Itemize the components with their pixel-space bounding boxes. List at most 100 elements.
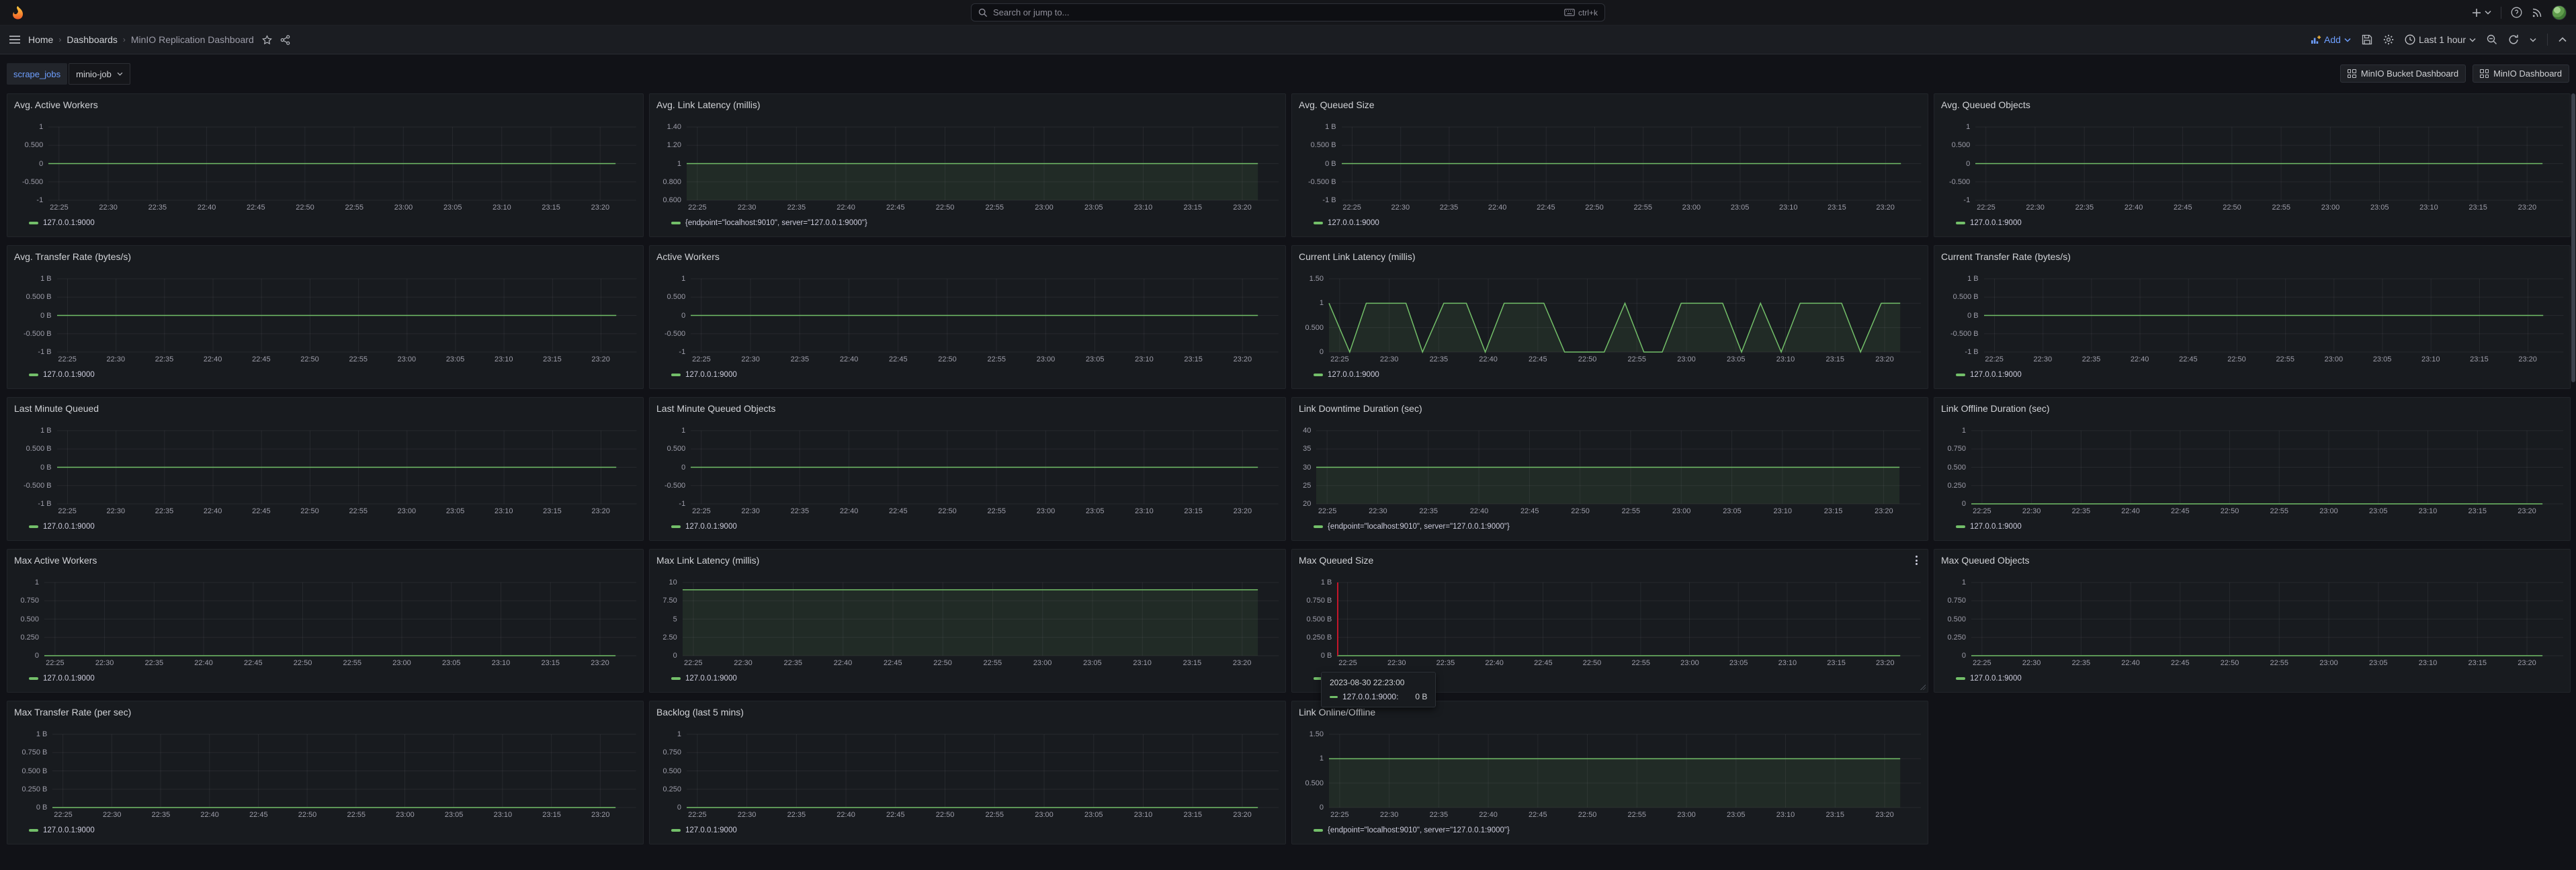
help-icon[interactable]: [2511, 7, 2522, 18]
x-axis: 22:2522:3022:3522:4022:4522:5022:5523:00…: [691, 507, 1279, 517]
panel-title[interactable]: Avg. Transfer Rate (bytes/s): [14, 251, 131, 262]
x-tick-label: 23:15: [542, 204, 560, 212]
x-tick-label: 23:20: [1233, 659, 1252, 667]
plot-area[interactable]: [691, 279, 1279, 352]
plot-area[interactable]: [691, 431, 1279, 504]
time-range-picker[interactable]: Last 1 hour: [2405, 34, 2476, 45]
plot-area[interactable]: [1316, 431, 1921, 504]
share-icon[interactable]: [280, 35, 290, 45]
legend-item[interactable]: 127.0.0.1:9000: [1956, 523, 2563, 531]
breadcrumb-dashboards[interactable]: Dashboards: [67, 34, 118, 45]
plot-area[interactable]: [1971, 582, 2563, 656]
plot-area[interactable]: [1329, 279, 1921, 352]
x-tick-label: 22:25: [684, 659, 703, 667]
y-tick-label: 0: [1962, 500, 1966, 508]
legend-item[interactable]: {endpoint="localhost:9010", server="127.…: [671, 219, 1279, 227]
panel-title[interactable]: Avg. Link Latency (millis): [656, 99, 761, 110]
plot-area[interactable]: [57, 431, 636, 504]
plot-area[interactable]: [57, 279, 636, 352]
panel-title[interactable]: Link Online/Offline: [1299, 707, 1375, 717]
dashboard-settings-icon[interactable]: [2383, 34, 2394, 45]
user-avatar[interactable]: [2552, 5, 2567, 20]
legend-item[interactable]: 127.0.0.1:9000: [29, 675, 636, 683]
panel-title[interactable]: Last Minute Queued Objects: [656, 403, 775, 414]
y-tick-label: -1 B: [38, 500, 51, 508]
new-menu-button[interactable]: [2472, 8, 2491, 17]
plot-area[interactable]: [52, 734, 636, 808]
variable-label[interactable]: scrape_jobs: [7, 63, 67, 85]
panel-title[interactable]: Avg. Active Workers: [14, 99, 98, 110]
panel-title[interactable]: Avg. Queued Size: [1299, 99, 1375, 110]
panel-title[interactable]: Last Minute Queued: [14, 403, 99, 414]
x-tick-label: 23:05: [1084, 811, 1103, 819]
x-tick-label: 22:50: [1571, 507, 1590, 515]
panel-title[interactable]: Max Queued Objects: [1941, 555, 2030, 566]
legend-item[interactable]: 127.0.0.1:9000: [1956, 371, 2563, 379]
plot-area[interactable]: [1329, 734, 1921, 808]
x-tick-label: 22:50: [298, 811, 317, 819]
star-icon[interactable]: [262, 35, 272, 45]
plot-area[interactable]: [1342, 127, 1921, 200]
panel-title[interactable]: Avg. Queued Objects: [1941, 99, 2030, 110]
legend-item[interactable]: 127.0.0.1:9000: [671, 675, 1279, 683]
panel-title[interactable]: Active Workers: [656, 251, 720, 262]
legend-item[interactable]: 127.0.0.1:9000: [671, 371, 1279, 379]
legend-item[interactable]: 127.0.0.1:9000: [1314, 371, 1921, 379]
chevron-up-icon[interactable]: [2559, 37, 2567, 42]
panel-title[interactable]: Max Active Workers: [14, 555, 97, 566]
link-minio-dashboard[interactable]: MinIO Dashboard: [2473, 64, 2569, 83]
y-tick-label: 0.500: [1305, 324, 1324, 332]
legend-item[interactable]: 127.0.0.1:9000: [1314, 219, 1921, 227]
page-scrollbar-thumb[interactable]: [2571, 93, 2575, 382]
legend-item[interactable]: 127.0.0.1:9000: [671, 523, 1279, 531]
legend-color-dash: [1314, 829, 1323, 832]
legend-item[interactable]: 127.0.0.1:9000: [671, 826, 1279, 834]
panel-title[interactable]: Current Transfer Rate (bytes/s): [1941, 251, 2071, 262]
y-tick-label: 0.750: [20, 597, 39, 605]
plot-area[interactable]: [1984, 279, 2563, 352]
panel-header: Avg. Queued Objects: [1941, 98, 2563, 112]
save-dashboard-icon[interactable]: [2362, 34, 2372, 45]
legend-item[interactable]: 127.0.0.1:9000: [29, 371, 636, 379]
legend-item[interactable]: {endpoint="localhost:9010", server="127.…: [1314, 826, 1921, 834]
panel-title[interactable]: Max Link Latency (millis): [656, 555, 759, 566]
refresh-icon[interactable]: [2508, 34, 2519, 45]
mega-menu-icon[interactable]: [9, 36, 20, 44]
panel-title[interactable]: Link Downtime Duration (sec): [1299, 403, 1422, 414]
panel-title[interactable]: Max Queued Size: [1299, 555, 1373, 566]
grafana-logo-icon[interactable]: [9, 5, 26, 21]
y-tick-label: 7.50: [662, 597, 677, 605]
news-icon[interactable]: [2532, 7, 2542, 18]
zoom-out-time-icon[interactable]: [2487, 34, 2497, 45]
legend-item[interactable]: {endpoint="localhost:9010", server="127.…: [1314, 523, 1921, 531]
add-panel-button[interactable]: Add: [2311, 34, 2351, 45]
breadcrumb-home[interactable]: Home: [28, 34, 53, 45]
plot-area[interactable]: [1975, 127, 2563, 200]
search-input[interactable]: Search or jump to... ctrl+k: [971, 3, 1605, 21]
y-tick-label: -1: [679, 348, 685, 356]
x-tick-label: 22:40: [1488, 204, 1507, 212]
panel-title[interactable]: Current Link Latency (millis): [1299, 251, 1416, 262]
legend-item[interactable]: 127.0.0.1:9000: [1956, 675, 2563, 683]
panel-title[interactable]: Link Offline Duration (sec): [1941, 403, 2050, 414]
legend-color-dash: [671, 525, 681, 528]
panel-title[interactable]: Max Transfer Rate (per sec): [14, 707, 131, 717]
legend-item[interactable]: 127.0.0.1:9000: [1956, 219, 2563, 227]
panel-backlog-last-5-mins: Backlog (last 5 mins)10.7500.5000.250022…: [649, 701, 1286, 844]
panel-title[interactable]: Backlog (last 5 mins): [656, 707, 744, 717]
plot-area[interactable]: [1971, 431, 2563, 504]
panel-resize-handle[interactable]: [1920, 685, 1926, 690]
link-minio-bucket-dashboard[interactable]: MinIO Bucket Dashboard: [2340, 64, 2466, 83]
legend-item[interactable]: 127.0.0.1:9000: [29, 219, 636, 227]
plot-area[interactable]: [683, 582, 1279, 656]
plot-area[interactable]: [48, 127, 636, 200]
plot-area[interactable]: [687, 127, 1279, 200]
panel-menu-icon[interactable]: [1912, 554, 1921, 567]
plot-area[interactable]: [1337, 582, 1921, 656]
legend-item[interactable]: 127.0.0.1:9000: [29, 523, 636, 531]
plot-area[interactable]: [44, 582, 636, 656]
refresh-interval-chevron-icon[interactable]: [2530, 38, 2536, 42]
plot-area[interactable]: [687, 734, 1279, 808]
variable-value-dropdown[interactable]: minio-job: [69, 63, 130, 85]
legend-item[interactable]: 127.0.0.1:9000: [29, 826, 636, 834]
